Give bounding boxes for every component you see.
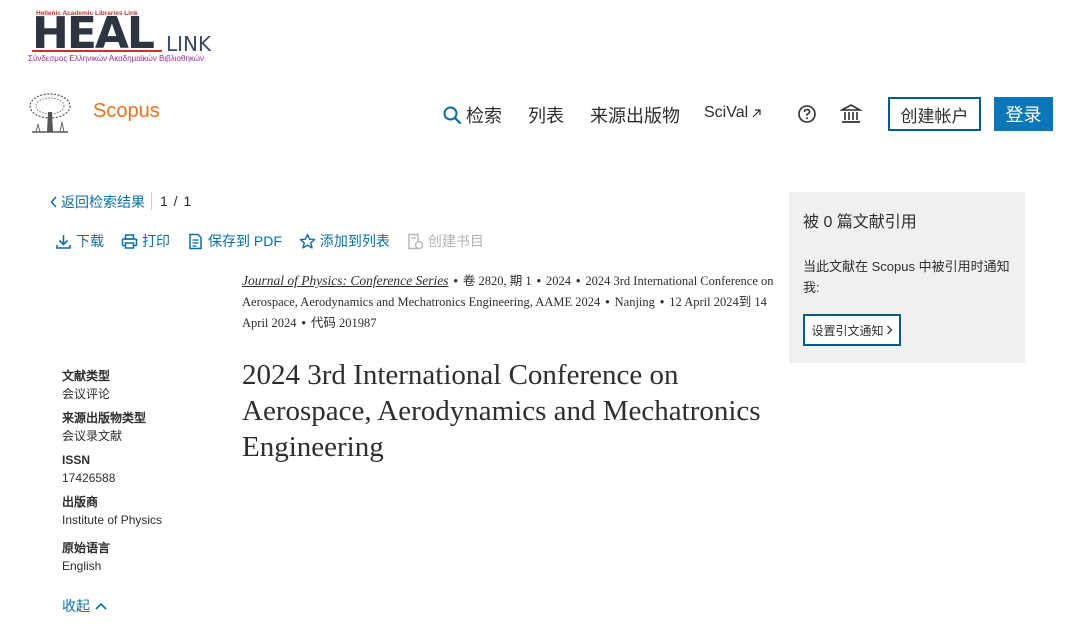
meta-value: Institute of Physics xyxy=(62,513,163,527)
meta-value: English xyxy=(62,559,102,573)
meta-value: 17426588 xyxy=(62,471,116,485)
create-bibliography-button[interactable]: 创建书目 xyxy=(407,231,484,251)
scopus-brand[interactable]: Scopus xyxy=(93,100,160,123)
collapse-toggle[interactable]: 收起 xyxy=(62,596,107,616)
cited-by-panel: 被 0 篇文献引用 当此文献在 Scopus 中被引用时通知我: 设置引文通知 xyxy=(789,192,1025,363)
result-pager: 1 / 1 xyxy=(160,193,193,209)
pdf-icon xyxy=(189,233,202,249)
save-pdf-button[interactable]: 保存到 PDF xyxy=(187,231,282,251)
volume-issue: 卷 2820, 期 1 xyxy=(462,274,532,288)
back-label: 返回检索结果 xyxy=(61,194,145,210)
chevron-right-icon xyxy=(886,325,892,335)
help-icon[interactable] xyxy=(797,104,817,124)
source-citation: Journal of Physics: Conference Series • 卷 … xyxy=(242,273,774,330)
login-button[interactable]: 登录 xyxy=(994,97,1053,131)
meta-label: 来源出版物类型 xyxy=(62,411,147,425)
print-icon xyxy=(121,233,138,249)
set-alert-label: 设置引文通知 xyxy=(811,323,884,338)
print-button[interactable]: 打印 xyxy=(121,231,170,251)
journal-link[interactable]: Journal of Physics: Conference Series xyxy=(242,273,448,288)
download-button[interactable]: 下载 xyxy=(55,231,104,251)
chevron-left-icon xyxy=(50,196,57,208)
nav-search-label: 检索 xyxy=(466,106,502,126)
search-icon xyxy=(443,106,462,125)
collapse-label: 收起 xyxy=(62,598,90,614)
meta-source-type: 来源出版物类型 会议录文献 xyxy=(62,409,232,445)
meta-publisher: 出版商 Institute of Physics xyxy=(62,493,232,529)
conference-location: Nanjing xyxy=(614,295,655,309)
set-citation-alert-button[interactable]: 设置引文通知 xyxy=(803,314,901,346)
star-icon xyxy=(299,233,316,249)
nav-lists[interactable]: 列表 xyxy=(528,102,564,128)
document-title: 2024 3rd International Conference on Aer… xyxy=(242,359,761,463)
nav-scival[interactable]: SciVal xyxy=(704,104,762,122)
heal-link-logo: HEAL Hellenic Academic Libraries Link LI… xyxy=(26,10,226,68)
cited-by-title: 被 0 篇文献引用 xyxy=(803,214,917,231)
year: 2024 xyxy=(546,274,571,288)
cited-by-text: 当此文献在 Scopus 中被引用时通知我: xyxy=(803,259,1010,295)
create-account-button[interactable]: 创建帐户 xyxy=(888,97,981,131)
bibliography-icon xyxy=(408,233,424,249)
meta-value: 会议评论 xyxy=(62,387,111,401)
chevron-up-icon xyxy=(95,602,107,610)
heal-logo-bar xyxy=(32,50,162,52)
external-link-icon xyxy=(752,108,761,117)
meta-label: 文献类型 xyxy=(62,369,111,383)
print-label: 打印 xyxy=(142,233,170,249)
download-label: 下载 xyxy=(76,233,104,249)
meta-label: 出版商 xyxy=(62,495,99,509)
nav-sources[interactable]: 来源出版物 xyxy=(590,102,680,128)
document-actions: 下载 打印 保存到 PDF 添加到列表 创建书目 xyxy=(55,231,484,251)
divider xyxy=(151,192,152,210)
download-icon xyxy=(56,234,71,249)
nav-scival-label: SciVal xyxy=(704,104,749,121)
meta-label: 原始语言 xyxy=(62,541,111,555)
meta-doc-type: 文献类型 会议评论 xyxy=(62,367,232,403)
institution-icon[interactable] xyxy=(840,103,862,125)
elsevier-tree-logo-icon[interactable] xyxy=(26,92,74,136)
document-metadata: 文献类型 会议评论 来源出版物类型 会议录文献 ISSN 17426588 出版… xyxy=(62,367,232,581)
meta-value: 会议录文献 xyxy=(62,429,123,443)
conference-code: 代码 201987 xyxy=(310,316,377,330)
meta-label: ISSN xyxy=(62,453,91,467)
heal-logo-link: LINK xyxy=(166,32,212,56)
save-pdf-label: 保存到 PDF xyxy=(208,233,282,249)
meta-issn: ISSN 17426588 xyxy=(62,451,232,487)
back-to-results-link[interactable]: 返回检索结果 xyxy=(50,192,145,212)
create-bib-label: 创建书目 xyxy=(427,233,484,249)
add-to-list-button[interactable]: 添加到列表 xyxy=(299,231,390,251)
heal-logo-subtitle: Σύνδεσμος Ελληνικών Ακαδημαϊκών Βιβλιοθη… xyxy=(28,54,205,63)
meta-language: 原始语言 English xyxy=(62,539,232,575)
add-list-label: 添加到列表 xyxy=(319,233,390,249)
nav-search[interactable]: 检索 xyxy=(442,102,502,128)
heal-logo-top-text: Hellenic Academic Libraries Link xyxy=(36,10,138,17)
